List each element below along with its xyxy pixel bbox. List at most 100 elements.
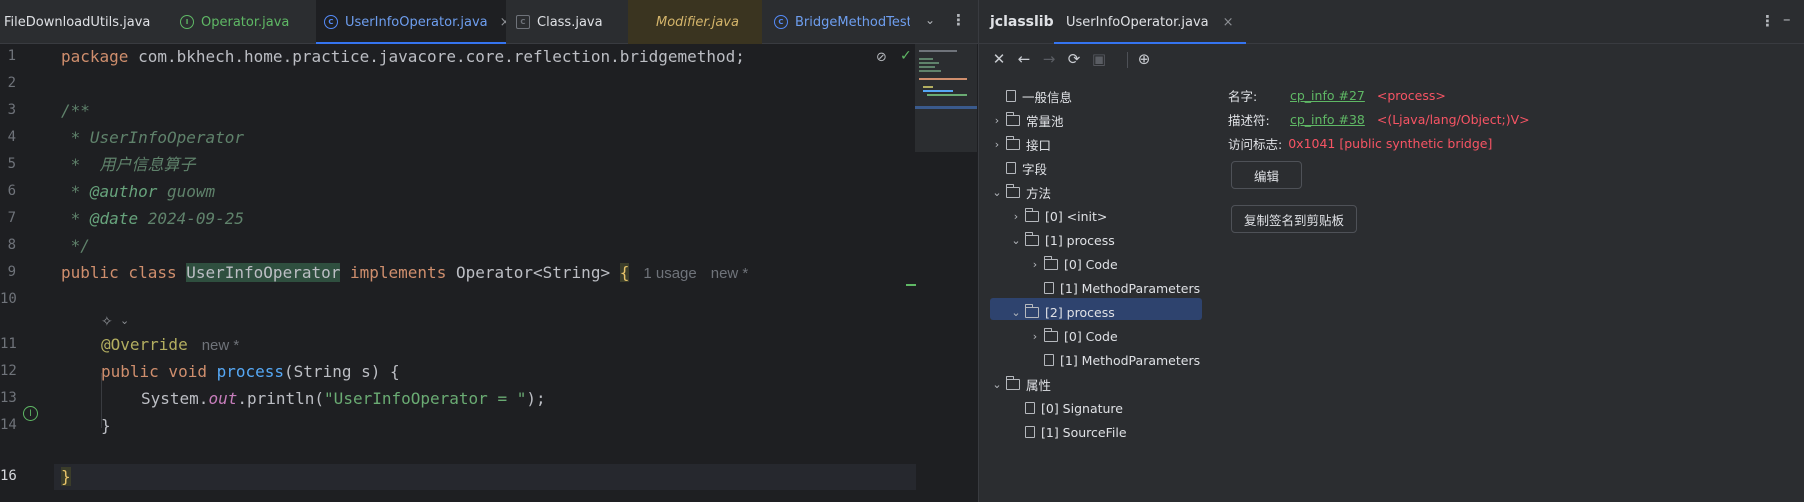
interface-file-icon: I	[180, 15, 194, 29]
line-number: 9	[7, 264, 16, 280]
tree-node-code[interactable]: › [0] Code	[1028, 253, 1118, 275]
class-file-icon: C	[516, 15, 530, 29]
web-globe-icon[interactable]: ⊕	[1133, 48, 1155, 70]
method-name[interactable]: process	[217, 362, 284, 381]
line-number: 16	[0, 468, 17, 484]
chevron-down-icon[interactable]: ⌄	[1009, 306, 1023, 319]
minimap-line	[923, 86, 933, 88]
tree-node-label: [0] Code	[1064, 328, 1118, 344]
line-number: 11	[0, 336, 17, 352]
tab-userinfooperator[interactable]: C UserInfoOperator.java ×	[316, 0, 506, 44]
tab-operator[interactable]: I Operator.java	[168, 0, 316, 44]
chevron-down-icon[interactable]: ⌄	[120, 314, 129, 327]
chevron-right-icon[interactable]: ›	[1028, 330, 1042, 343]
jclasslib-header: jclasslib UserInfoOperator.java × ⋮ –	[979, 0, 1804, 44]
doc-comment: *	[61, 182, 90, 201]
class-file-icon: C	[324, 15, 338, 29]
chevron-down-icon[interactable]: ⌄	[990, 186, 1004, 199]
more-vertical-icon[interactable]: ⋮	[951, 11, 966, 29]
minimize-icon[interactable]: –	[1783, 10, 1791, 28]
tree-node-fields[interactable]: 字段	[990, 157, 1047, 179]
chevron-down-icon[interactable]: ⌄	[1009, 234, 1023, 247]
tree-node-signature[interactable]: [0] Signature	[1009, 397, 1123, 419]
line-number: 2	[7, 75, 16, 91]
class-structure-tree[interactable]: 一般信息 › 常量池 › 接口 字段 ⌄ 方法 › [0] <init> ⌄ [1] pr…	[979, 82, 1239, 482]
tree-node-label: [0] Signature	[1041, 400, 1123, 416]
tree-node-method-parameters[interactable]: [1] MethodParameters	[1028, 349, 1200, 371]
doc-comment: */	[61, 236, 90, 255]
minimap[interactable]	[915, 44, 977, 152]
code-editor[interactable]: FileDownloadUtils.java I Operator.java C…	[0, 0, 978, 502]
chevron-right-icon[interactable]: ›	[1009, 210, 1023, 223]
more-vertical-icon[interactable]: ⋮	[1760, 12, 1775, 30]
annotation: @Override	[101, 335, 188, 354]
line-number: 10	[0, 291, 17, 307]
file-icon	[1044, 354, 1054, 366]
tab-bridgemethodtest[interactable]: C BridgeMethodTest.j	[762, 0, 910, 44]
tab-filedownloadutils[interactable]: FileDownloadUtils.java	[0, 0, 162, 44]
author-hint[interactable]: new *	[202, 337, 240, 354]
brace: {	[619, 263, 630, 282]
tree-node-general-info[interactable]: 一般信息	[990, 85, 1072, 107]
reader-mode-icon[interactable]: ⊘	[876, 50, 887, 65]
code-line: public class UserInfoOperator implements…	[61, 261, 748, 285]
folder-icon	[1025, 303, 1039, 318]
line-number: 1	[7, 48, 16, 64]
tree-node-constant-pool[interactable]: › 常量池	[990, 109, 1064, 131]
no-problems-check-icon[interactable]: ✓	[900, 48, 912, 64]
method-params: (String s) {	[284, 362, 400, 381]
tree-node-method-process-1[interactable]: ⌄ [1] process	[1009, 229, 1115, 251]
tree-node-interfaces[interactable]: › 接口	[990, 133, 1051, 155]
code-vision-icon[interactable]: ✧	[101, 314, 113, 330]
tree-node-sourcefile[interactable]: [1] SourceFile	[1009, 421, 1127, 443]
interface-name[interactable]: Operator<String>	[456, 263, 620, 282]
tree-node-method-process-2[interactable]: ⌄ [2] process	[1009, 301, 1115, 323]
tree-node-code[interactable]: › [0] Code	[1028, 325, 1118, 347]
chevron-right-icon[interactable]: ›	[990, 114, 1004, 127]
tab-label: UserInfoOperator.java	[345, 14, 488, 30]
keyword: public void	[101, 362, 217, 381]
copy-signature-button[interactable]: 复制签名到剪贴板	[1231, 205, 1358, 233]
tab-jclasslib-file[interactable]: UserInfoOperator.java ×	[1054, 0, 1246, 44]
code-area[interactable]: package com.bkhech.home.practice.javacor…	[61, 44, 916, 502]
detail-value: <process>	[1376, 87, 1446, 103]
tab-modifier[interactable]: Modifier.java	[628, 0, 762, 44]
implements-method-icon[interactable]: I	[23, 406, 38, 421]
tab-label: FileDownloadUtils.java	[4, 14, 151, 30]
toolbar-separator	[1127, 52, 1128, 68]
tree-node-method-init[interactable]: › [0] <init>	[1009, 205, 1107, 227]
tree-node-label: [1] MethodParameters	[1060, 352, 1201, 368]
chevron-right-icon[interactable]: ›	[1028, 258, 1042, 271]
doc-tag: @date	[89, 209, 139, 228]
chevron-down-icon[interactable]: ⌄	[925, 13, 935, 27]
tree-node-method-parameters[interactable]: [1] MethodParameters	[1028, 277, 1200, 299]
usage-hint[interactable]: 1 usage	[643, 265, 696, 282]
code-line: public void process(String s) {	[101, 360, 400, 384]
tab-label: Modifier.java	[656, 14, 739, 30]
author-hint[interactable]: new *	[711, 265, 749, 282]
cp-info-link[interactable]: cp_info #38	[1290, 112, 1365, 127]
code-line: /**	[61, 99, 90, 123]
minimap-line	[919, 62, 939, 64]
forward-arrow-icon[interactable]: →	[1038, 48, 1060, 70]
class-name[interactable]: UserInfoOperator	[186, 263, 341, 282]
tree-node-methods[interactable]: ⌄ 方法	[990, 181, 1051, 203]
folder-icon	[1006, 375, 1020, 390]
line-number: 7	[7, 210, 16, 226]
close-icon[interactable]: ×	[1223, 15, 1234, 30]
editor-tab-bar: FileDownloadUtils.java I Operator.java C…	[0, 0, 978, 44]
back-arrow-icon[interactable]: ←	[1013, 48, 1035, 70]
tab-label: UserInfoOperator.java	[1066, 14, 1209, 30]
edit-button[interactable]: 编辑	[1231, 161, 1303, 189]
tree-node-attributes[interactable]: ⌄ 属性	[990, 373, 1051, 395]
punctuation: );	[526, 389, 546, 408]
tab-class[interactable]: C Class.java	[506, 0, 628, 44]
chevron-down-icon[interactable]: ⌄	[990, 378, 1004, 391]
save-icon[interactable]: ▣	[1088, 48, 1110, 70]
keyword: implements	[340, 263, 456, 282]
chevron-right-icon[interactable]: ›	[990, 138, 1004, 151]
cp-info-link[interactable]: cp_info #27	[1290, 88, 1365, 103]
refresh-icon[interactable]: ⟳	[1063, 48, 1085, 70]
detail-row-descriptor: 描述符: cp_info #38 <(Ljava/lang/Object;)V>	[1228, 109, 1530, 129]
close-icon[interactable]: ✕	[988, 48, 1010, 70]
